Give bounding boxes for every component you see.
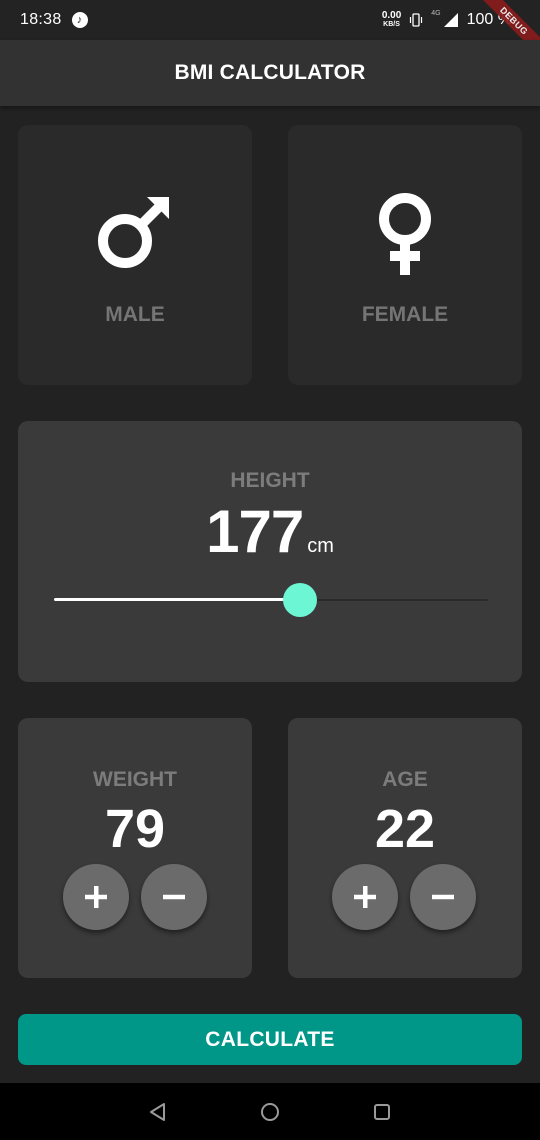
weight-label: WEIGHT: [93, 768, 177, 791]
back-icon[interactable]: [147, 1101, 169, 1123]
status-time: 18:38: [20, 11, 62, 28]
height-value-row: 177 cm: [18, 497, 522, 566]
plus-icon: [85, 886, 107, 908]
page-title: BMI CALCULATOR: [174, 61, 366, 84]
male-label: MALE: [105, 303, 165, 326]
recents-icon[interactable]: [371, 1101, 393, 1123]
age-minus-button[interactable]: [410, 864, 476, 930]
net-speed: 0.00 KB/S: [382, 11, 401, 29]
weight-value: 79: [104, 799, 166, 859]
height-value: 177: [206, 498, 304, 565]
minus-icon: [163, 894, 185, 900]
calculate-button[interactable]: CALCULATE: [18, 1014, 522, 1065]
age-card: AGE 22: [288, 718, 522, 978]
system-nav-bar: [0, 1083, 540, 1140]
height-slider-active-track[interactable]: [54, 598, 301, 601]
male-symbol-icon: [98, 197, 169, 268]
net-speed-unit: KB/S: [383, 21, 400, 28]
app-bar: BMI CALCULATOR: [0, 40, 540, 106]
weight-plus-button[interactable]: [63, 864, 129, 930]
age-plus-button[interactable]: [332, 864, 398, 930]
net-speed-value: 0.00: [381, 10, 402, 21]
height-label: HEIGHT: [230, 469, 310, 492]
screen: 18:38 ♪ 0.00 KB/S 4G 100 % DEBUG BMI CAL…: [0, 0, 540, 1140]
vibrate-icon: [410, 13, 423, 27]
weight-card: WEIGHT 79: [18, 718, 252, 978]
plus-icon: [354, 886, 376, 908]
age-value: 22: [374, 799, 436, 859]
female-symbol-icon: [379, 193, 431, 275]
height-card: HEIGHT 177 cm: [18, 421, 522, 682]
minus-icon: [432, 894, 454, 900]
height-slider-track[interactable]: [300, 599, 488, 601]
female-card[interactable]: FEMALE: [288, 125, 522, 385]
music-note-icon: ♪: [71, 12, 88, 28]
height-slider-thumb[interactable]: [283, 583, 318, 617]
network-type: 4G: [431, 10, 441, 17]
female-label: FEMALE: [361, 303, 449, 326]
status-bar: 18:38 ♪ 0.00 KB/S 4G 100 % DEBUG: [0, 0, 540, 69]
male-card[interactable]: MALE: [18, 125, 252, 385]
signal-icon: [443, 13, 458, 27]
weight-minus-button[interactable]: [141, 864, 207, 930]
home-icon[interactable]: [259, 1101, 281, 1123]
height-unit: cm: [307, 535, 334, 557]
age-label: AGE: [382, 768, 428, 791]
